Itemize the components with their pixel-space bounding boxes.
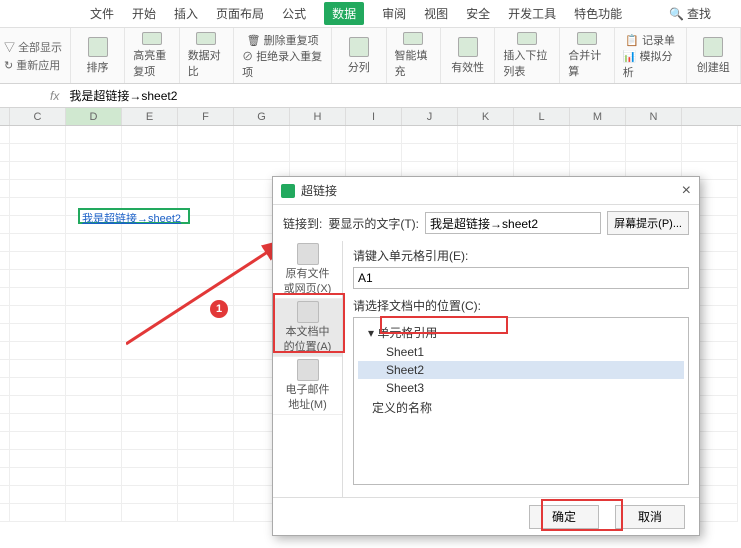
- tab-data[interactable]: 数据: [324, 2, 364, 25]
- formula-input[interactable]: [69, 89, 691, 103]
- tooltip-button[interactable]: 屏幕提示(P)...: [607, 211, 689, 235]
- tree-sheet1[interactable]: Sheet1: [358, 343, 684, 361]
- tree-sheet2[interactable]: Sheet2: [358, 361, 684, 379]
- dialog-title: 超链接: [301, 182, 337, 199]
- dedup-group: 🗑 删除重复项 ⊘ 拒绝录入重复项: [234, 28, 332, 83]
- record-group: 📋 记录单 📊 模拟分析: [615, 28, 687, 83]
- side-existing-file[interactable]: 原有文件或网页(X): [273, 241, 342, 299]
- tab-review[interactable]: 审阅: [382, 5, 406, 22]
- show-all[interactable]: ▽ 全部显示: [4, 39, 66, 55]
- sort-button[interactable]: 排序: [71, 28, 125, 83]
- col-h[interactable]: H: [290, 108, 346, 125]
- col-m[interactable]: M: [570, 108, 626, 125]
- tab-start[interactable]: 开始: [132, 5, 156, 22]
- col-c[interactable]: C: [10, 108, 66, 125]
- dropdown-button[interactable]: 插入下拉列表: [495, 28, 560, 83]
- highlight-dup-button[interactable]: 高亮重复项: [125, 28, 179, 83]
- tree-sheet3[interactable]: Sheet3: [358, 379, 684, 397]
- col-l[interactable]: L: [514, 108, 570, 125]
- consolidate-button[interactable]: 合并计算: [560, 28, 614, 83]
- fx-label[interactable]: fx: [50, 89, 59, 103]
- tab-view[interactable]: 视图: [424, 5, 448, 22]
- column-headers: C D E F G H I J K L M N: [0, 108, 741, 126]
- search-button[interactable]: 🔍 查找: [669, 5, 711, 22]
- tab-file[interactable]: 文件: [90, 5, 114, 22]
- active-cell-d6[interactable]: 我是超链接→sheet2: [78, 208, 190, 224]
- tab-special[interactable]: 特色功能: [574, 5, 622, 22]
- reject-dup[interactable]: ⊘ 拒绝录入重复项: [242, 48, 323, 80]
- display-label: 要显示的文字(T):: [328, 215, 419, 232]
- col-i[interactable]: I: [346, 108, 402, 125]
- ok-button[interactable]: 确定: [529, 505, 599, 529]
- tab-pagelayout[interactable]: 页面布局: [216, 5, 264, 22]
- tab-dev[interactable]: 开发工具: [508, 5, 556, 22]
- dialog-titlebar: 超链接 ×: [273, 177, 699, 205]
- smartfill-button[interactable]: 智能填充: [387, 28, 441, 83]
- col-k[interactable]: K: [458, 108, 514, 125]
- display-text-input[interactable]: [425, 212, 601, 234]
- col-f[interactable]: F: [178, 108, 234, 125]
- compare-button[interactable]: 数据对比: [180, 28, 234, 83]
- group-button[interactable]: 创建组: [687, 28, 741, 83]
- linkto-label: 链接到:: [283, 215, 322, 232]
- col-e[interactable]: E: [122, 108, 178, 125]
- toolbar: ▽ 全部显示 ↻ 重新应用 排序 高亮重复项 数据对比 🗑 删除重复项 ⊘ 拒绝…: [0, 28, 741, 84]
- tab-formula[interactable]: 公式: [282, 5, 306, 22]
- cellref-input[interactable]: [353, 267, 689, 289]
- location-label: 请选择文档中的位置(C):: [353, 297, 689, 314]
- validity-button[interactable]: 有效性: [441, 28, 495, 83]
- cancel-button[interactable]: 取消: [615, 505, 685, 529]
- close-icon[interactable]: ×: [682, 182, 691, 200]
- split-button[interactable]: 分列: [332, 28, 386, 83]
- reapply[interactable]: ↻ 重新应用: [4, 57, 66, 73]
- side-email[interactable]: 电子邮件地址(M): [273, 357, 342, 415]
- tree-cellref[interactable]: ▾ 单元格引用: [358, 322, 684, 343]
- side-place-in-doc[interactable]: 本文档中的位置(A): [273, 299, 342, 357]
- hyperlink-dialog: 超链接 × 链接到: 要显示的文字(T): 屏幕提示(P)... 原有文件或网页…: [272, 176, 700, 536]
- col-j[interactable]: J: [402, 108, 458, 125]
- linkto-sidebar: 原有文件或网页(X) 本文档中的位置(A) 电子邮件地址(M): [273, 241, 343, 497]
- ribbon-tabs: 文件 开始 插入 页面布局 公式 数据 审阅 视图 安全 开发工具 特色功能 🔍…: [0, 0, 741, 28]
- dialog-icon: [281, 184, 295, 198]
- col-g[interactable]: G: [234, 108, 290, 125]
- tree-defined-names[interactable]: 定义的名称: [358, 397, 684, 418]
- tab-insert[interactable]: 插入: [174, 5, 198, 22]
- col-d[interactable]: D: [66, 108, 122, 125]
- cellref-label: 请键入单元格引用(E):: [353, 247, 689, 264]
- tab-security[interactable]: 安全: [466, 5, 490, 22]
- record-btn[interactable]: 📋 记录单: [625, 32, 675, 48]
- location-tree[interactable]: ▾ 单元格引用 Sheet1 Sheet2 Sheet3 定义的名称: [353, 317, 689, 485]
- simulation-btn[interactable]: 📊 模拟分析: [623, 48, 678, 80]
- marker-1: 1: [210, 300, 228, 318]
- formula-bar: fx: [0, 84, 741, 108]
- remove-dup[interactable]: 🗑 删除重复项: [247, 32, 319, 48]
- col-n[interactable]: N: [626, 108, 682, 125]
